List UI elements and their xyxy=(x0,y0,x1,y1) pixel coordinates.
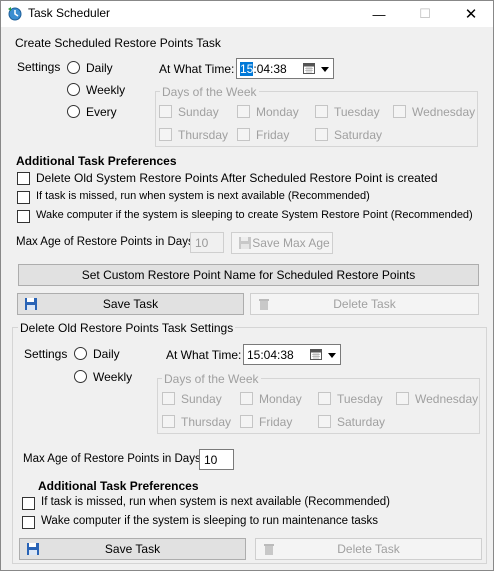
create-pref-delete-old-checkbox[interactable] xyxy=(17,172,30,185)
delete-day-friday-label: Friday xyxy=(259,415,293,429)
window-title: Task Scheduler xyxy=(28,6,111,20)
calendar-icon xyxy=(303,63,315,74)
chevron-down-icon xyxy=(328,353,336,358)
delete-old-caption: Delete Old Restore Points Task Settings xyxy=(18,321,236,335)
floppy-disk-icon xyxy=(25,298,37,310)
save-max-age-button[interactable]: Save Max Age xyxy=(231,232,333,254)
chevron-down-icon xyxy=(321,67,329,72)
delete-max-age-input[interactable]: 10 xyxy=(199,449,234,470)
delete-pref-wake-label[interactable]: Wake computer if the system is sleeping … xyxy=(41,515,378,527)
create-day-tuesday-label: Tuesday xyxy=(334,105,380,119)
create-pref-run-missed-checkbox[interactable] xyxy=(17,191,30,204)
create-day-saturday-label: Saturday xyxy=(334,128,383,142)
delete-save-task-button[interactable]: Save Task xyxy=(19,538,246,560)
create-day-friday-label: Friday xyxy=(256,128,290,142)
delete-day-wednesday-checkbox[interactable] xyxy=(396,392,409,405)
create-day-sunday-label: Sunday xyxy=(178,105,219,119)
delete-day-monday-checkbox[interactable] xyxy=(240,392,253,405)
create-pref-run-missed-label[interactable]: If task is missed, run when system is ne… xyxy=(36,190,370,202)
time-hour-selected: 15 xyxy=(240,62,254,76)
create-settings-label: Settings xyxy=(17,60,61,74)
delete-daily-label[interactable]: Daily xyxy=(93,347,120,361)
create-pref-wake-label[interactable]: Wake computer if the system is sleeping … xyxy=(36,209,473,221)
custom-restore-name-button[interactable]: Set Custom Restore Point Name for Schedu… xyxy=(18,264,479,286)
floppy-disk-icon xyxy=(239,237,251,249)
create-day-wednesday-label: Wednesday xyxy=(412,105,476,119)
time-rest: :04:38 xyxy=(253,62,287,76)
create-day-sunday-checkbox[interactable] xyxy=(159,105,172,118)
create-time-picker[interactable]: 15:04:38 xyxy=(236,58,334,79)
delete-weekly-label[interactable]: Weekly xyxy=(93,370,132,384)
trash-can-icon xyxy=(259,299,269,310)
create-weekly-radio[interactable] xyxy=(67,83,80,96)
delete-day-friday-checkbox[interactable] xyxy=(240,415,253,428)
delete-pref-run-missed-label[interactable]: If task is missed, run when system is ne… xyxy=(41,496,390,508)
delete-day-tuesday-checkbox[interactable] xyxy=(318,392,331,405)
create-day-thursday-label: Thursday xyxy=(178,128,229,142)
delete-pref-wake-checkbox[interactable] xyxy=(22,516,35,529)
create-every-label[interactable]: Every xyxy=(86,105,117,119)
delete-at-time-label: At What Time: xyxy=(166,348,242,362)
title-bar: Task Scheduler — ☐ ✕ xyxy=(1,1,493,27)
create-at-time-label: At What Time: xyxy=(159,62,235,76)
delete-day-thursday-checkbox[interactable] xyxy=(162,415,175,428)
create-max-age-input[interactable]: 10 xyxy=(190,232,224,253)
calendar-icon xyxy=(310,349,322,360)
delete-delete-task-button[interactable]: Delete Task xyxy=(255,538,482,560)
delete-day-wednesday-label: Wednesday xyxy=(415,392,479,406)
delete-day-sunday-checkbox[interactable] xyxy=(162,392,175,405)
restore-clock-icon xyxy=(8,7,22,21)
create-max-age-label: Max Age of Restore Points in Days: xyxy=(16,236,197,248)
create-day-friday-checkbox[interactable] xyxy=(237,128,250,141)
delete-settings-label: Settings xyxy=(24,347,68,361)
create-section-heading: Create Scheduled Restore Points Task xyxy=(15,36,221,50)
delete-time-picker[interactable]: 15:04:38 xyxy=(243,344,341,365)
create-day-saturday-checkbox[interactable] xyxy=(315,128,328,141)
minimize-button[interactable]: — xyxy=(356,1,402,27)
create-days-caption: Days of the Week xyxy=(160,85,259,99)
delete-day-monday-label: Monday xyxy=(259,392,302,406)
create-weekly-label[interactable]: Weekly xyxy=(86,83,125,97)
create-pref-wake-checkbox[interactable] xyxy=(17,210,30,223)
delete-day-sunday-label: Sunday xyxy=(181,392,222,406)
delete-day-saturday-checkbox[interactable] xyxy=(318,415,331,428)
delete-day-thursday-label: Thursday xyxy=(181,415,232,429)
create-day-monday-checkbox[interactable] xyxy=(237,105,250,118)
create-day-monday-label: Monday xyxy=(256,105,299,119)
create-save-task-button[interactable]: Save Task xyxy=(17,293,244,315)
delete-day-saturday-label: Saturday xyxy=(337,415,386,429)
create-daily-radio[interactable] xyxy=(67,61,80,74)
floppy-disk-icon xyxy=(27,543,39,555)
create-day-thursday-checkbox[interactable] xyxy=(159,128,172,141)
close-button[interactable]: ✕ xyxy=(448,1,494,27)
create-delete-task-button[interactable]: Delete Task xyxy=(250,293,479,315)
create-every-radio[interactable] xyxy=(67,105,80,118)
maximize-button[interactable]: ☐ xyxy=(402,1,448,27)
create-pref-delete-old-label[interactable]: Delete Old System Restore Points After S… xyxy=(36,171,438,185)
delete-days-caption: Days of the Week xyxy=(162,372,261,386)
delete-day-tuesday-label: Tuesday xyxy=(337,392,383,406)
delete-pref-run-missed-checkbox[interactable] xyxy=(22,497,35,510)
delete-max-age-label: Max Age of Restore Points in Days: xyxy=(23,453,204,465)
create-daily-label[interactable]: Daily xyxy=(86,61,113,75)
delete-prefs-heading: Additional Task Preferences xyxy=(38,479,199,493)
delete-weekly-radio[interactable] xyxy=(74,370,87,383)
delete-daily-radio[interactable] xyxy=(74,347,87,360)
create-day-wednesday-checkbox[interactable] xyxy=(393,105,406,118)
create-prefs-heading: Additional Task Preferences xyxy=(16,154,177,168)
create-day-tuesday-checkbox[interactable] xyxy=(315,105,328,118)
trash-can-icon xyxy=(264,544,274,555)
